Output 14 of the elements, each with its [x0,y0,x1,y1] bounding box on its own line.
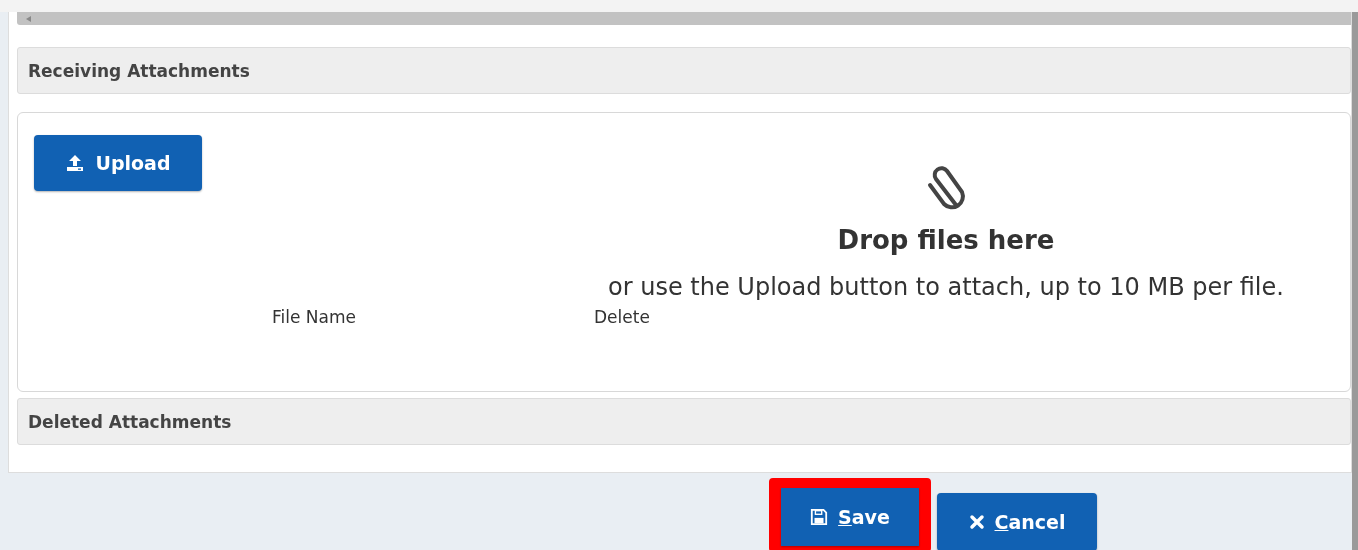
column-header: Delete [594,307,650,327]
close-icon [968,514,985,530]
cancel-button[interactable]: Cancel [937,493,1097,550]
drop-title: Drop files here [837,225,1055,255]
vertical-scrollbar[interactable] [1352,12,1358,550]
column-header: File Name [272,307,356,327]
left-arrow-icon[interactable] [25,14,33,23]
upload-button[interactable]: Upload [34,135,202,191]
horizontal-scrollbar[interactable] [17,12,1351,25]
section-header[interactable]: Deleted Attachments [17,398,1351,445]
save-button[interactable]: Save [781,488,919,546]
section-header[interactable]: Receiving Attachments [17,47,1351,94]
drop-hint: or use the Upload button to attach, up to 10 MB per file. [608,273,1284,301]
upload-icon [65,153,86,173]
